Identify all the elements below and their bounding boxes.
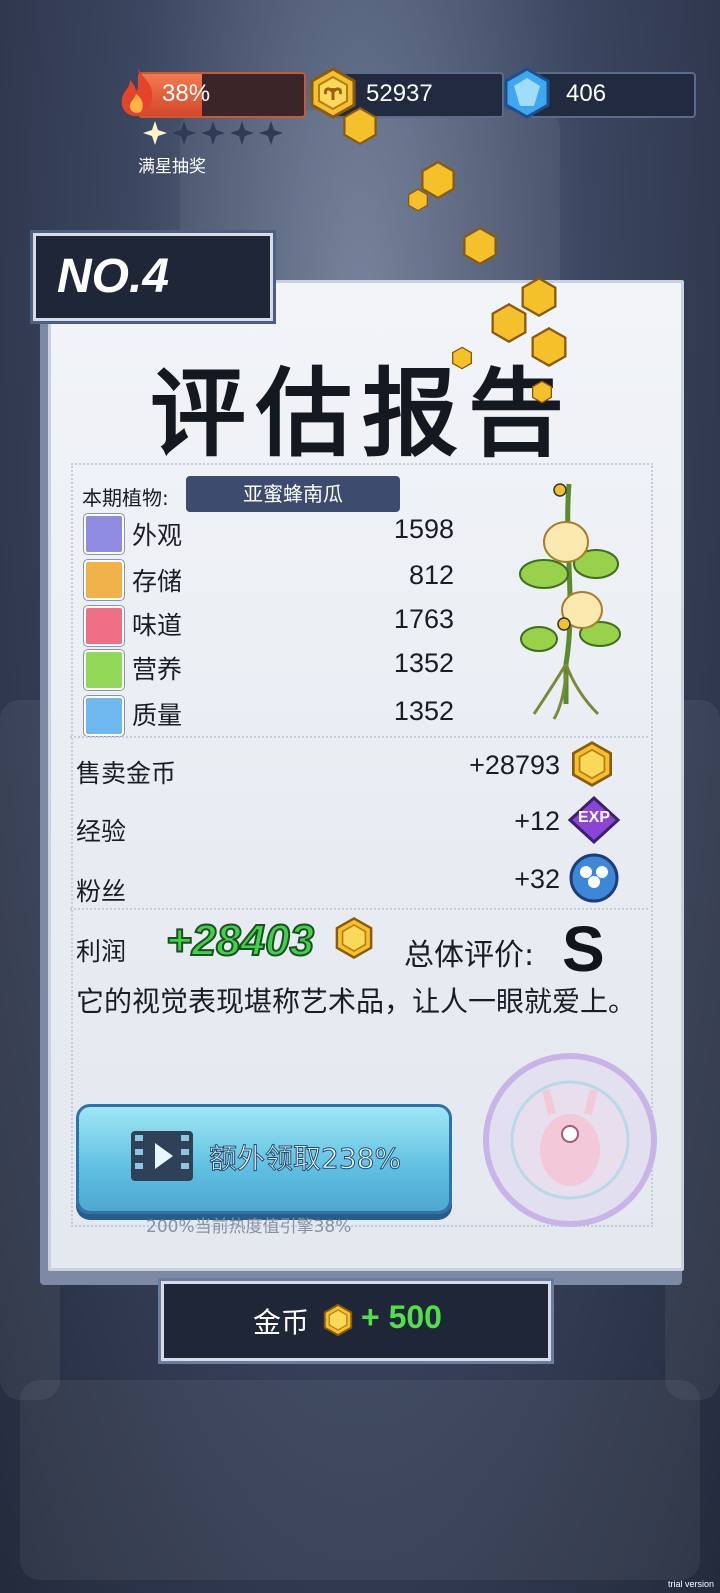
overall-grade: S	[562, 913, 605, 985]
evaluation-description: 它的视觉表现堪称艺术品，让人一眼就爱上。	[76, 985, 637, 1018]
attr-label: 外观	[132, 521, 183, 550]
divider	[70, 736, 648, 738]
coin-icon	[323, 1303, 353, 1337]
star-empty-icon	[230, 121, 254, 145]
fans-label: 粉丝	[76, 877, 127, 906]
exp-badge-text: EXP	[577, 809, 610, 826]
fruit-icon	[84, 650, 124, 690]
exp-icon: EXP	[568, 796, 620, 844]
coin-icon	[452, 346, 472, 370]
coin-icon	[408, 188, 428, 212]
claim-extra-button[interactable]: 额外领取238%	[76, 1104, 452, 1214]
pumpkin-plant-icon	[519, 483, 621, 720]
attr-label: 存储	[132, 567, 183, 596]
claim-extra-label: 额外领取238%	[208, 1142, 402, 1176]
attr-value: 1598	[393, 514, 454, 544]
gems-counter: 406	[530, 72, 696, 118]
gem-icon	[504, 67, 550, 119]
coin-icon	[335, 917, 373, 959]
star-filled-icon	[143, 121, 167, 145]
report-title: 评估报告	[150, 358, 574, 470]
star-empty-icon	[172, 121, 196, 145]
plant-name: 亚蜜蜂南瓜	[186, 476, 400, 512]
profit-value: +28403	[165, 915, 315, 966]
overall-label: 总体评价:	[404, 938, 535, 973]
trial-watermark: trial version	[667, 1579, 714, 1589]
box-icon	[84, 560, 124, 600]
fans-icon	[569, 853, 619, 903]
interstellar-news-stamp	[480, 1050, 660, 1230]
exp-value: +12	[514, 806, 560, 836]
exp-label: 经验	[76, 817, 127, 846]
background-desk	[20, 1380, 700, 1580]
attr-value: 1352	[393, 648, 454, 678]
coin-icon	[463, 226, 497, 266]
report-number: NO.4	[57, 250, 170, 303]
sell-label: 售卖金币	[76, 759, 177, 788]
coin-icon	[532, 380, 552, 404]
coin-icon	[572, 741, 612, 787]
plant-label: 本期植物:	[82, 486, 169, 510]
coins-value: 52937	[366, 80, 433, 107]
star-rating	[142, 120, 284, 146]
claim-note: 200%当前热度值引擎38%	[146, 1217, 352, 1237]
attr-value: 1763	[393, 604, 454, 634]
collect-amount: + 500	[361, 1299, 442, 1335]
heat-bar[interactable]: 38%	[138, 72, 306, 118]
muscle-icon	[84, 696, 124, 736]
heat-percent: 38%	[162, 80, 211, 107]
sparkle-icon	[84, 514, 124, 554]
sell-value: +28793	[469, 750, 560, 780]
gems-value: 406	[566, 80, 607, 107]
divider	[70, 908, 648, 910]
utensils-icon	[84, 606, 124, 646]
star-draw-label[interactable]: 满星抽奖	[138, 152, 206, 177]
attr-label: 味道	[132, 611, 183, 640]
coin-icon	[343, 106, 377, 146]
collect-coins-button[interactable]: 金币 + 500	[158, 1278, 554, 1364]
report-number-tag: NO.4	[30, 230, 276, 324]
coin-icon	[531, 326, 567, 368]
attr-label: 营养	[132, 655, 183, 684]
profit-label: 利润	[76, 937, 127, 966]
star-empty-icon	[259, 121, 283, 145]
video-icon	[131, 1131, 193, 1181]
coin-icon	[491, 302, 527, 344]
flame-icon	[121, 68, 153, 116]
collect-label: 金币	[253, 1306, 310, 1339]
attr-value: 1352	[393, 696, 454, 726]
star-empty-icon	[201, 121, 225, 145]
fans-value: +32	[514, 864, 560, 894]
attr-label: 质量	[132, 701, 183, 730]
attr-value: 812	[408, 560, 454, 590]
